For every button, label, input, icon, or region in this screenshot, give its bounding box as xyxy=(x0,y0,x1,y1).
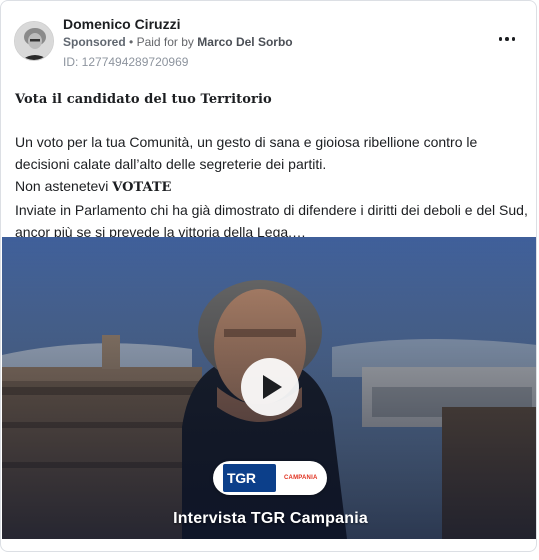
more-options-icon[interactable] xyxy=(495,29,519,49)
sponsored-label: Sponsored xyxy=(63,35,126,49)
ad-card: Domenico Ciruzzi Sponsored • Paid for by… xyxy=(0,0,537,552)
paid-for-prefix: Paid for by xyxy=(136,35,194,49)
post-body: Un voto per la tua Comunità, un gesto di… xyxy=(15,131,535,243)
body-text: Non astenetevi xyxy=(15,178,113,194)
play-icon xyxy=(263,375,282,399)
post-headline: Vota il candidato del tuo Territorio xyxy=(15,92,272,107)
body-line: Non astenetevi VOTATE xyxy=(15,175,535,199)
play-button[interactable] xyxy=(241,358,299,416)
sponsor-line: Sponsored • Paid for by Marco Del Sorbo xyxy=(63,35,293,49)
body-line: Inviate in Parlamento chi ha già dimostr… xyxy=(15,202,528,218)
body-line: decisioni calate dall’alto delle segrete… xyxy=(15,156,327,172)
paid-by-name[interactable]: Marco Del Sorbo xyxy=(197,35,292,49)
tgr-logo: TGR xyxy=(223,464,276,492)
ad-id: ID: 1277494289720969 xyxy=(63,55,189,69)
avatar-photo xyxy=(15,22,53,60)
tgr-region-label: CAMPANIA xyxy=(284,475,318,481)
meta-separator: • xyxy=(129,35,134,49)
video-caption: Intervista TGR Campania xyxy=(173,510,368,527)
body-line: Un voto per la tua Comunità, un gesto di… xyxy=(15,134,478,150)
author-name[interactable]: Domenico Ciruzzi xyxy=(63,16,180,32)
author-avatar[interactable] xyxy=(14,21,54,61)
votate-emphasis: VOTATE xyxy=(112,180,172,195)
tgr-logo-badge: TGR CAMPANIA xyxy=(213,461,327,495)
